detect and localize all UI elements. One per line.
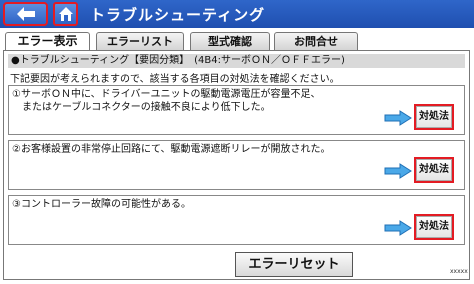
cause-item: ③コントローラー故障の可能性がある。 対処法	[8, 195, 465, 245]
error-reset-button[interactable]: エラーリセット	[235, 252, 353, 277]
intro-text: 下記要因が考えられますので、該当する各項目の対処法を確認ください。	[10, 74, 340, 85]
cause-line: ②お客様設置の非常停止回路にて、駆動電源遮断リレーが開放された。	[12, 144, 331, 155]
cause-line: またはケーブルコネクターの接触不良により低下した。	[12, 102, 271, 113]
section-heading: ●トラブルシューティング【要因分類】 (4B4:サーボＯＮ／ＯＦＦエラー)	[8, 54, 465, 68]
back-button[interactable]	[3, 2, 48, 26]
cause-text: ③コントローラー故障の可能性がある。	[12, 198, 191, 211]
tab-bar: エラー表示 エラーリスト 型式確認 お問合せ	[0, 32, 474, 51]
content-panel: ●トラブルシューティング【要因分類】 (4B4:サーボＯＮ／ＯＦＦエラー) 下記…	[3, 50, 470, 280]
home-icon	[58, 7, 73, 21]
cause-text: ②お客様設置の非常停止回路にて、駆動電源遮断リレーが開放された。	[12, 143, 330, 156]
home-button[interactable]	[53, 2, 78, 26]
back-arrow-icon	[16, 7, 35, 21]
right-arrow-icon	[384, 110, 412, 126]
tab-error-list[interactable]: エラーリスト	[96, 32, 184, 50]
remedy-button-1[interactable]: 対処法	[414, 104, 454, 130]
cause-item: ①サーボＯＮ中に、ドライバーユニットの駆動電源電圧が容量不足、 またはケーブルコ…	[8, 85, 465, 135]
right-arrow-icon	[384, 163, 412, 179]
cause-text: ①サーボＯＮ中に、ドライバーユニットの駆動電源電圧が容量不足、 またはケーブルコ…	[12, 88, 320, 114]
remedy-button-3[interactable]: 対処法	[414, 214, 454, 240]
page-title: トラブルシューティング	[90, 6, 266, 24]
tab-model-check[interactable]: 型式確認	[190, 32, 270, 50]
tab-inquiry[interactable]: お問合せ	[274, 32, 358, 50]
right-arrow-icon	[384, 220, 412, 236]
cause-item: ②お客様設置の非常停止回路にて、駆動電源遮断リレーが開放された。 対処法	[8, 140, 465, 190]
cause-line: ③コントローラー故障の可能性がある。	[12, 199, 191, 210]
cause-line: ①サーボＯＮ中に、ドライバーユニットの駆動電源電圧が容量不足、	[12, 89, 321, 100]
title-bar: トラブルシューティング	[0, 0, 474, 28]
screen-code: xxxxx	[450, 268, 468, 275]
remedy-button-2[interactable]: 対処法	[414, 157, 454, 183]
tab-error-display[interactable]: エラー表示	[5, 32, 90, 51]
